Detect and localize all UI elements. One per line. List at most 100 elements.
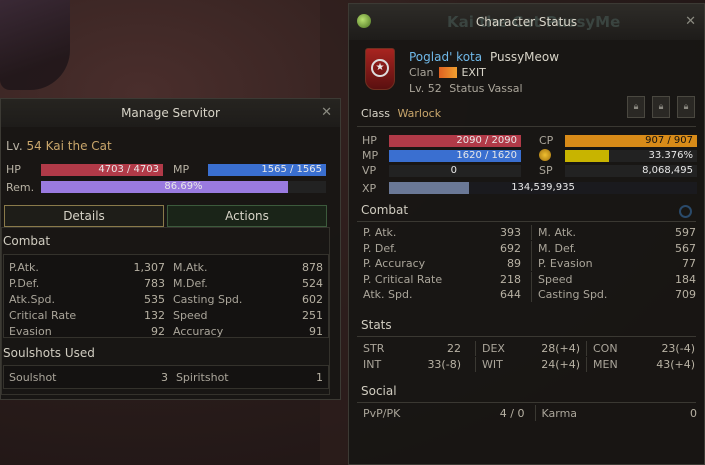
clan-crest-icon bbox=[439, 67, 458, 78]
servitor-rem-bar: 86.69% bbox=[41, 181, 326, 193]
spiritshot-value: 1 bbox=[315, 370, 323, 384]
stat-label: P.Atk. bbox=[9, 260, 39, 274]
column-divider bbox=[475, 340, 476, 356]
table-row: P. Atk. 393 M. Atk. 597 bbox=[363, 225, 697, 241]
column-divider bbox=[531, 271, 532, 287]
stat-value: 22 bbox=[447, 341, 461, 355]
servitor-hp-label: HP bbox=[6, 163, 21, 176]
stat-value: 597 bbox=[675, 226, 696, 240]
stat-value: 28(+4) bbox=[541, 341, 580, 355]
tab-actions-label: Actions bbox=[225, 209, 269, 223]
servitor-mp-label: MP bbox=[173, 163, 190, 176]
character-title: Character Status bbox=[475, 15, 578, 29]
lock-icon[interactable]: 🔒︎ bbox=[627, 96, 645, 118]
servitor-combat-table: P.Atk. 1,307 M.Atk. 878 P.Def. 783 M.Def. 524 At… bbox=[3, 254, 329, 338]
soulshot-value: 3 bbox=[160, 370, 168, 384]
stat-value: 91 bbox=[309, 324, 323, 338]
stat-value: 77 bbox=[682, 257, 696, 271]
stat-label: Accuracy bbox=[173, 324, 224, 338]
character-name: Poglad' kota bbox=[409, 50, 483, 64]
stat-label: MEN bbox=[593, 357, 618, 371]
servitor-mp-bar: 1565 / 1565 bbox=[208, 164, 326, 176]
table-row: STR 22 DEX 28(+4) CON 23(-4) bbox=[363, 340, 697, 356]
table-row: P. Accuracy 89 P. Evasion 77 bbox=[363, 256, 697, 272]
table-row: Evasion 92 Accuracy 91 bbox=[9, 323, 323, 339]
stat-label: P.Def. bbox=[9, 276, 40, 290]
stat-label: DEX bbox=[482, 341, 505, 355]
karma-value: 0 bbox=[690, 406, 698, 420]
character-status-window: Kai the Cat PussyMe Character Status ✕ ★… bbox=[348, 3, 705, 465]
hp-bar: 2090 / 2090 bbox=[389, 135, 521, 147]
stat-label: Speed bbox=[173, 308, 208, 322]
close-icon[interactable]: ✕ bbox=[685, 4, 696, 40]
soulshots-table: Soulshot 3 Spiritshot 1 bbox=[3, 365, 329, 389]
combat-header: Combat bbox=[361, 203, 409, 217]
stat-label: P. Def. bbox=[363, 241, 397, 255]
servitor-title: Manage Servitor bbox=[121, 106, 220, 120]
divider bbox=[357, 402, 696, 403]
level-label: Lv. bbox=[6, 139, 23, 153]
servitor-rem-text: 86.69% bbox=[164, 181, 203, 192]
stat-value: 535 bbox=[144, 292, 165, 306]
table-row: P.Atk. 1,307 M.Atk. 878 bbox=[9, 259, 323, 275]
karma-label: Karma bbox=[541, 406, 578, 420]
servitor-hp-bar: 4703 / 4703 bbox=[41, 164, 163, 176]
stat-label: STR bbox=[363, 341, 385, 355]
stat-value: 23(-4) bbox=[661, 341, 695, 355]
stat-label: Critical Rate bbox=[9, 308, 77, 322]
xp-bar: 134,539,935 bbox=[389, 182, 697, 194]
manage-servitor-window: Manage Servitor ✕ Lv. 54 Kai the Cat HP … bbox=[0, 98, 341, 400]
column-divider bbox=[531, 287, 532, 303]
stat-value: 602 bbox=[302, 292, 323, 306]
warlock-emblem-icon: ★ bbox=[365, 48, 395, 90]
xp-label: XP bbox=[362, 182, 377, 195]
vp-bar: 0 bbox=[389, 165, 521, 177]
lock-icons: 🔒︎ 🔒︎ 🔒︎ bbox=[627, 96, 695, 118]
stat-label: Casting Spd. bbox=[173, 292, 243, 306]
hp-text: 2090 / 2090 bbox=[456, 135, 517, 146]
combat-table: P. Atk. 393 M. Atk. 597 P. Def. 692 M. Def. 567… bbox=[363, 225, 697, 303]
divider bbox=[357, 221, 696, 222]
vp-label: VP bbox=[362, 164, 377, 177]
character-name-line: Poglad' kota PussyMeow bbox=[409, 50, 559, 64]
stat-value: 709 bbox=[675, 288, 696, 302]
column-divider bbox=[531, 225, 532, 241]
stat-label: Casting Spd. bbox=[538, 288, 608, 302]
stat-label: WIT bbox=[482, 357, 503, 371]
mp-text: 1620 / 1620 bbox=[456, 150, 517, 161]
clan-line: Clan EXIT bbox=[409, 66, 486, 79]
servitor-title-bar[interactable]: Manage Servitor ✕ bbox=[1, 99, 340, 127]
stat-label: M.Atk. bbox=[173, 260, 208, 274]
coin-icon bbox=[539, 149, 551, 161]
mp-bar: 1620 / 1620 bbox=[389, 150, 521, 162]
tab-details[interactable]: Details bbox=[4, 205, 164, 227]
character-title-bar[interactable]: Kai the Cat PussyMe Character Status ✕ bbox=[349, 4, 704, 40]
servitor-combat-header: Combat bbox=[3, 234, 51, 248]
lock-icon[interactable]: 🔒︎ bbox=[652, 96, 670, 118]
close-icon[interactable]: ✕ bbox=[321, 99, 332, 127]
stat-label: M. Atk. bbox=[538, 226, 576, 240]
stat-value: 644 bbox=[500, 288, 521, 302]
settings-icon[interactable] bbox=[679, 205, 692, 218]
soulshots-header: Soulshots Used bbox=[3, 346, 95, 360]
servitor-name: Kai the Cat bbox=[45, 139, 112, 153]
lock-icon[interactable]: 🔒︎ bbox=[677, 96, 695, 118]
divider bbox=[357, 336, 696, 337]
tab-details-label: Details bbox=[63, 209, 105, 223]
tab-actions[interactable]: Actions bbox=[167, 205, 327, 227]
stat-value: 184 bbox=[675, 272, 696, 286]
spiritshot-label: Spiritshot bbox=[175, 370, 229, 384]
system-menu-icon[interactable] bbox=[357, 14, 371, 28]
sp-label: SP bbox=[539, 164, 553, 177]
stat-value: 33(-8) bbox=[427, 357, 461, 371]
level-status-line: Lv. 52 Status Vassal bbox=[409, 82, 523, 95]
stat-value: 1,307 bbox=[133, 260, 166, 274]
soulshot-label: Soulshot bbox=[9, 370, 57, 384]
table-row: Atk. Spd. 644 Casting Spd. 709 bbox=[363, 287, 697, 303]
vp-text: 0 bbox=[450, 165, 457, 176]
stat-label: Atk.Spd. bbox=[9, 292, 55, 306]
stat-label: M.Def. bbox=[173, 276, 208, 290]
stat-label: Evasion bbox=[9, 324, 52, 338]
clan-name: EXIT bbox=[461, 66, 486, 79]
stat-value: 24(+4) bbox=[541, 357, 580, 371]
